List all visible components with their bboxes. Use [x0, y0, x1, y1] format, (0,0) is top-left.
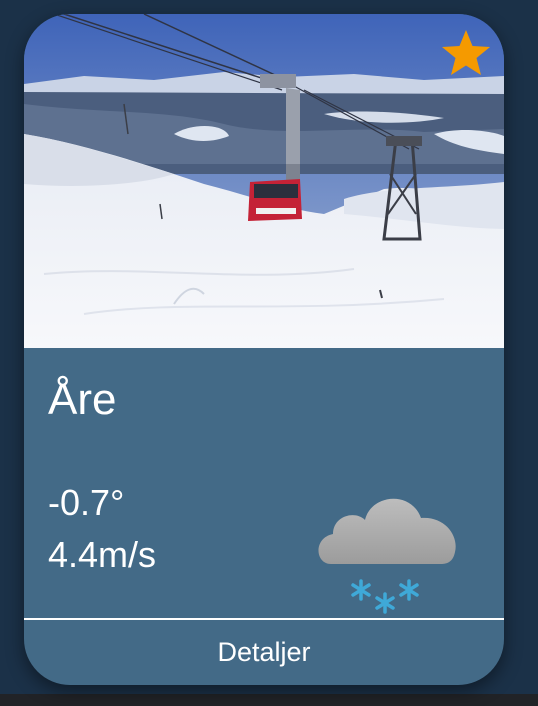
details-button[interactable]: Detaljer	[24, 620, 504, 685]
cloud-snow-icon	[318, 498, 456, 614]
location-photo	[24, 14, 504, 348]
favorite-star-icon[interactable]	[440, 28, 492, 80]
temperature-value: -0.7°	[48, 482, 125, 523]
wind-speed-value: 4.4m/s	[48, 534, 157, 575]
location-card[interactable]: Åre -0.7° 4.4m/s Detaljer	[24, 14, 504, 685]
location-name: Åre	[48, 375, 117, 424]
bottom-strip	[0, 694, 538, 706]
